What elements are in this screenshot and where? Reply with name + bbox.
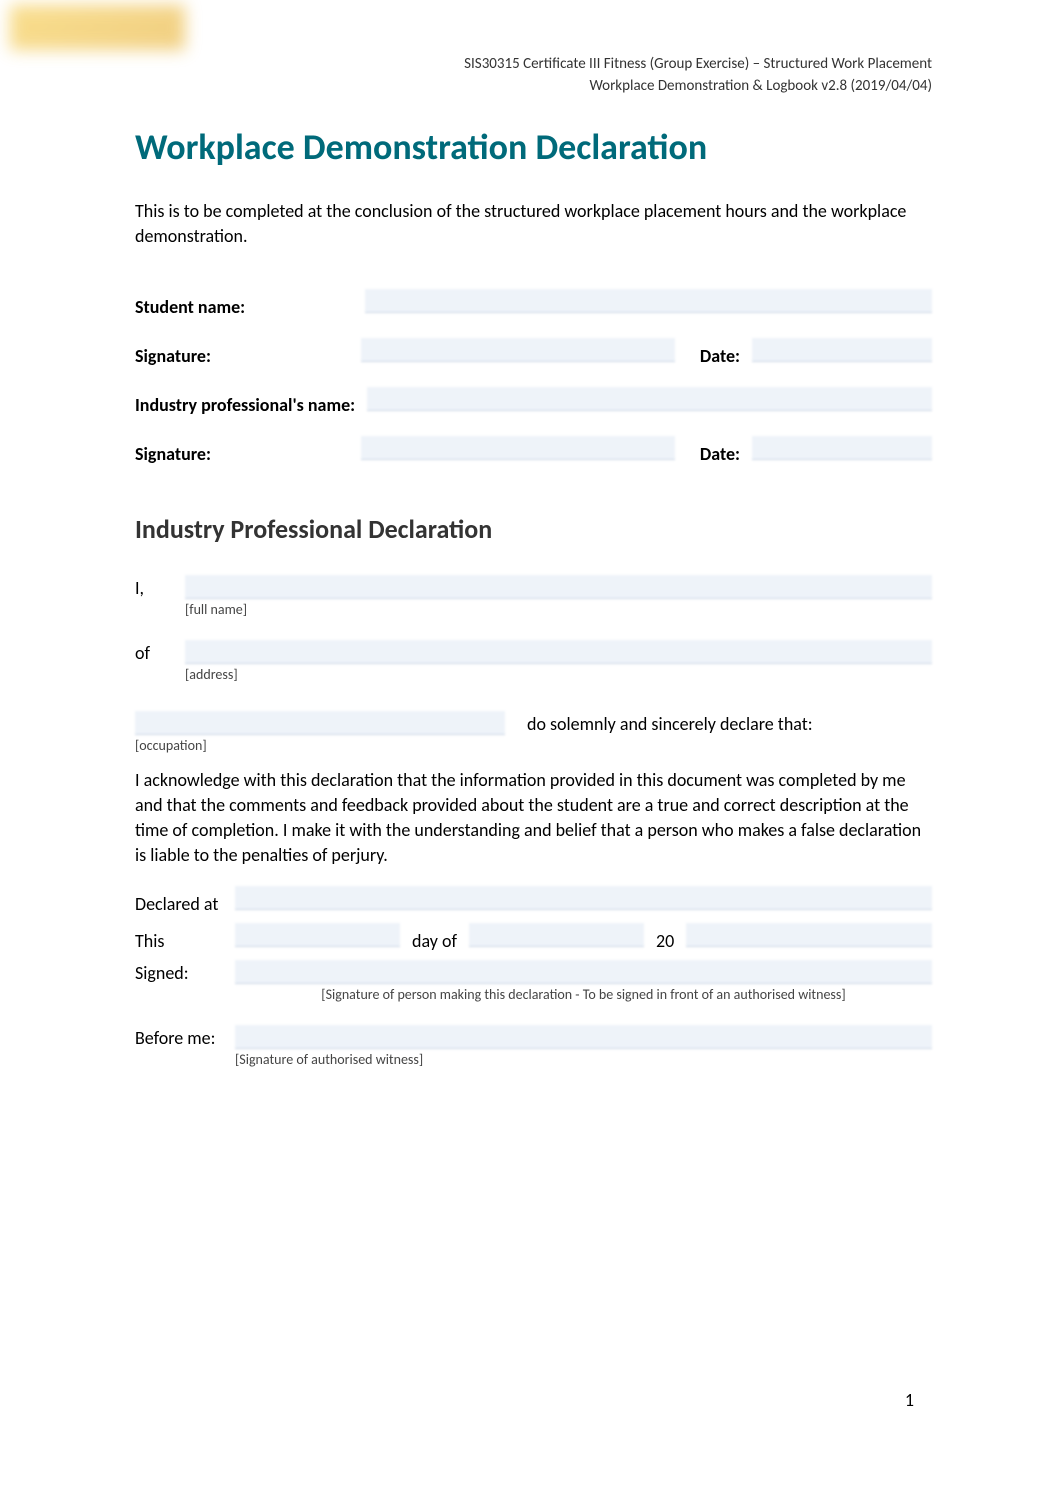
- declaration-title: Industry Professional Declaration: [135, 513, 932, 545]
- industry-date-label: Date:: [700, 443, 740, 465]
- day-input[interactable]: [235, 923, 400, 947]
- occupation-hint: [occupation]: [135, 737, 505, 754]
- student-date-input[interactable]: [752, 338, 932, 362]
- declaration-statement: do solemnly and sincerely declare that:: [505, 711, 932, 735]
- student-date-label: Date:: [700, 345, 740, 367]
- industry-date-input[interactable]: [752, 436, 932, 460]
- logo-blurred: [10, 5, 185, 50]
- industry-name-input[interactable]: [367, 387, 932, 411]
- twenty-label: 20: [656, 930, 674, 952]
- acknowledgement-text: I acknowledge with this declaration that…: [135, 768, 932, 867]
- i-label: I,: [135, 575, 185, 599]
- intro-paragraph: This is to be completed at the conclusio…: [135, 199, 932, 249]
- dayof-label: day of: [412, 930, 457, 952]
- of-label: of: [135, 640, 185, 664]
- page-title: Workplace Demonstration Declaration: [135, 125, 932, 169]
- declared-at-input[interactable]: [235, 886, 932, 910]
- student-name-input[interactable]: [365, 289, 932, 313]
- date-row: This day of 20: [135, 923, 932, 952]
- industry-signature-label: Signature:: [135, 443, 211, 465]
- declared-at-row: Declared at: [135, 886, 932, 915]
- occupation-row: [occupation] do solemnly and sincerely d…: [135, 711, 932, 754]
- declarant-signature-input[interactable]: [235, 960, 932, 984]
- student-name-row: Student name:: [135, 289, 932, 318]
- month-input[interactable]: [469, 923, 644, 947]
- signed-row: Signed: [Signature of person making this…: [135, 960, 932, 1003]
- student-name-label: Student name:: [135, 296, 245, 318]
- student-signature-row: Signature: Date:: [135, 338, 932, 367]
- fullname-hint: [full name]: [185, 601, 932, 618]
- address-hint: [address]: [185, 666, 932, 683]
- fullname-row: I, [full name]: [135, 575, 932, 618]
- fullname-input[interactable]: [185, 575, 932, 599]
- student-signature-label: Signature:: [135, 345, 211, 367]
- before-hint: [Signature of authorised witness]: [235, 1051, 932, 1068]
- before-me-label: Before me:: [135, 1025, 235, 1049]
- industry-signature-row: Signature: Date:: [135, 436, 932, 465]
- industry-name-row: Industry professional's name:: [135, 387, 932, 416]
- industry-name-label: Industry professional's name:: [135, 394, 355, 416]
- page-number: 1: [905, 1389, 914, 1411]
- signed-label: Signed:: [135, 960, 235, 984]
- this-label: This: [135, 930, 235, 952]
- address-row: of [address]: [135, 640, 932, 683]
- main-content: Workplace Demonstration Declaration This…: [135, 125, 932, 1068]
- declared-at-label: Declared at: [135, 893, 235, 915]
- header-course-title: SIS30315 Certificate III Fitness (Group …: [464, 55, 932, 73]
- witness-signature-input[interactable]: [235, 1025, 932, 1049]
- student-signature-input[interactable]: [361, 338, 675, 362]
- occupation-input[interactable]: [135, 711, 505, 735]
- header-version: Workplace Demonstration & Logbook v2.8 (…: [464, 77, 932, 95]
- industry-signature-input[interactable]: [361, 436, 675, 460]
- signed-hint: [Signature of person making this declara…: [235, 986, 932, 1003]
- document-header: SIS30315 Certificate III Fitness (Group …: [464, 55, 932, 95]
- year-input[interactable]: [686, 923, 932, 947]
- before-me-row: Before me: [Signature of authorised witn…: [135, 1025, 932, 1068]
- address-input[interactable]: [185, 640, 932, 664]
